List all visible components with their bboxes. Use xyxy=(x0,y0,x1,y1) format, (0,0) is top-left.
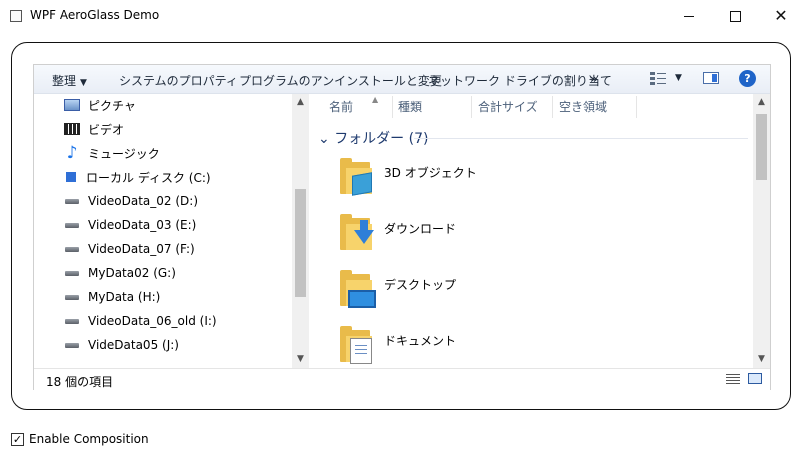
column-divider[interactable] xyxy=(471,96,472,118)
download-arrow-icon xyxy=(360,220,368,230)
documents-folder-icon[interactable] xyxy=(338,324,378,364)
enable-composition-checkbox[interactable]: ✓ xyxy=(11,432,24,446)
local-disk-icon xyxy=(66,172,76,182)
large-icons-view-icon[interactable] xyxy=(748,373,762,384)
enable-composition-label[interactable]: Enable Composition xyxy=(29,432,149,446)
column-divider[interactable] xyxy=(392,96,393,118)
column-header-name[interactable]: 名前 ▲ xyxy=(329,95,378,115)
nav-item-label: MyData (H:) xyxy=(88,290,161,304)
folder-label-desktop[interactable]: デスクトップ xyxy=(384,276,456,293)
nav-item-drive-g[interactable]: MyData02 (G:) xyxy=(64,263,176,283)
drive-icon xyxy=(65,246,79,252)
column-divider[interactable] xyxy=(636,96,637,118)
3d-cube-icon xyxy=(352,172,372,196)
content-scroll-thumb[interactable] xyxy=(756,114,767,180)
help-icon[interactable]: ? xyxy=(739,70,756,87)
content-scrollbar[interactable]: ▲ ▼ xyxy=(753,94,770,368)
nav-item-drive-e[interactable]: VideoData_03 (E:) xyxy=(64,215,196,235)
music-icon: ♪ xyxy=(66,143,78,163)
view-options-chevron-icon[interactable]: ▼ xyxy=(675,73,682,83)
folder-label-downloads[interactable]: ダウンロード xyxy=(384,220,456,237)
sort-ascending-icon: ▲ xyxy=(372,95,379,104)
item-count: 18 個の項目 xyxy=(46,375,114,389)
close-button[interactable]: ✕ xyxy=(758,0,804,32)
nav-item-label: VideoData_07 (F:) xyxy=(88,242,195,256)
column-header-total-size[interactable]: 合計サイズ xyxy=(478,98,538,115)
nav-item-label: VideData05 (J:) xyxy=(88,338,179,352)
close-icon: ✕ xyxy=(774,6,788,25)
drive-icon xyxy=(65,342,79,348)
map-network-drive-button[interactable]: ネットワーク ドライブの割り当て xyxy=(428,72,612,89)
nav-scrollbar[interactable]: ▲ ▼ xyxy=(292,94,309,368)
nav-item-music[interactable]: ♪ ミュージック xyxy=(64,143,160,163)
nav-item-drive-d[interactable]: VideoData_02 (D:) xyxy=(64,191,198,211)
drive-icon xyxy=(65,294,79,300)
nav-item-label: ピクチャ xyxy=(88,98,136,113)
drive-icon xyxy=(65,270,79,276)
desktop-folder-icon[interactable] xyxy=(338,268,378,308)
window-title: WPF AeroGlass Demo xyxy=(30,8,160,22)
command-bar: 整理 ▼ システムのプロパティ プログラムのアンインストールと変更 ネットワーク … xyxy=(34,65,770,94)
window-titlebar: WPF AeroGlass Demo ✕ xyxy=(0,0,804,32)
nav-scroll-thumb[interactable] xyxy=(295,189,306,297)
nav-item-label: MyData02 (G:) xyxy=(88,266,176,280)
maximize-button[interactable] xyxy=(712,0,758,32)
organize-label: 整理 xyxy=(52,74,77,88)
drive-icon xyxy=(65,222,79,228)
scroll-up-icon[interactable]: ▲ xyxy=(292,94,309,111)
minimize-button[interactable] xyxy=(666,0,712,32)
nav-item-label: VideoData_02 (D:) xyxy=(88,194,199,208)
monitor-icon xyxy=(348,290,376,308)
details-view-icon[interactable] xyxy=(726,374,740,384)
column-label: 名前 xyxy=(329,100,354,114)
preview-pane-icon[interactable] xyxy=(703,72,719,84)
scroll-down-icon[interactable]: ▼ xyxy=(292,351,309,368)
nav-item-videos[interactable]: ビデオ xyxy=(64,119,124,139)
folders-group-header[interactable]: ⌄ フォルダー (7) xyxy=(318,128,428,148)
column-header-free-space[interactable]: 空き領域 xyxy=(559,98,607,115)
nav-item-drive-i[interactable]: VideoData_06_old (I:) xyxy=(64,311,217,331)
download-arrow-head-icon xyxy=(354,230,374,244)
nav-item-drive-h[interactable]: MyData (H:) xyxy=(64,287,160,307)
column-divider[interactable] xyxy=(552,96,553,118)
nav-item-label: VideoData_03 (E:) xyxy=(88,218,197,232)
system-properties-button[interactable]: システムのプロパティ xyxy=(119,72,238,89)
group-divider xyxy=(414,138,748,139)
explorer-browser: 整理 ▼ システムのプロパティ プログラムのアンインストールと変更 ネットワーク … xyxy=(33,64,771,390)
chevron-down-icon: ⌄ xyxy=(318,131,330,147)
minimize-icon xyxy=(684,15,694,17)
nav-item-drive-j[interactable]: VideData05 (J:) xyxy=(64,335,179,355)
group-label: フォルダー (7) xyxy=(334,131,429,147)
maximize-icon xyxy=(729,10,741,22)
organize-button[interactable]: 整理 ▼ xyxy=(52,72,87,89)
content-pane: 名前 ▲ 種類 合計サイズ 空き領域 ⌄ フォルダー (7) 3D オブジェクト … xyxy=(310,94,752,368)
enable-composition-option[interactable]: ✓ Enable Composition xyxy=(11,432,149,446)
chevron-down-icon: ▼ xyxy=(80,78,87,88)
downloads-folder-icon[interactable] xyxy=(338,212,378,252)
drive-icon xyxy=(65,198,79,204)
nav-item-drive-f[interactable]: VideoData_07 (F:) xyxy=(64,239,195,259)
column-header-type[interactable]: 種類 xyxy=(398,98,422,115)
nav-item-label: ビデオ xyxy=(88,122,125,137)
status-bar: 18 個の項目 xyxy=(34,368,770,390)
nav-item-local-disk-c[interactable]: ローカル ディスク (C:) xyxy=(64,167,211,187)
nav-item-label: VideoData_06_old (I:) xyxy=(88,314,217,328)
3d-objects-folder-icon[interactable] xyxy=(338,156,378,196)
change-view-icon[interactable] xyxy=(650,72,666,85)
scroll-up-icon[interactable]: ▲ xyxy=(753,94,770,111)
folder-label-3d-objects[interactable]: 3D オブジェクト xyxy=(384,164,477,181)
drive-icon xyxy=(65,318,79,324)
navigation-pane: ピクチャ ビデオ ♪ ミュージック ローカル ディスク (C:) VideoDa… xyxy=(34,94,292,368)
more-commands-button[interactable]: » xyxy=(590,72,598,86)
nav-item-label: ミュージック xyxy=(88,146,160,161)
nav-item-pictures[interactable]: ピクチャ xyxy=(64,95,136,115)
app-window-icon xyxy=(10,10,22,22)
videos-icon xyxy=(64,123,80,135)
pictures-icon xyxy=(64,99,80,111)
nav-item-label: ローカル ディスク (C:) xyxy=(86,170,211,185)
scroll-down-icon[interactable]: ▼ xyxy=(753,351,770,368)
folder-label-documents[interactable]: ドキュメント xyxy=(384,332,456,349)
document-page-icon xyxy=(350,338,372,364)
uninstall-program-button[interactable]: プログラムのアンインストールと変更 xyxy=(239,72,442,89)
